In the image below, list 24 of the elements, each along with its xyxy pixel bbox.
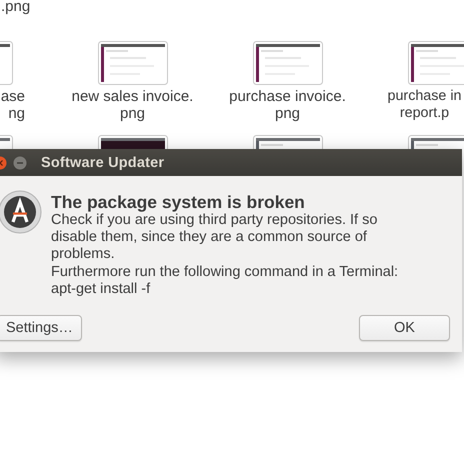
file-name: report.p (400, 105, 450, 122)
message-text: Check if you are using third party repositories. If so disable them, since they are a common source of problems. (51, 212, 378, 264)
dialog-button[interactable]: OK (359, 315, 450, 342)
file-name: new sales invoice. (72, 88, 194, 105)
file-name: purchase in (388, 88, 462, 105)
file-name: ase (0, 88, 25, 105)
file-thumbnail[interactable] (98, 135, 168, 149)
file-thumbnail[interactable] (408, 135, 464, 149)
file-thumbnail[interactable] (408, 41, 464, 85)
file-name: png (120, 105, 146, 122)
file-thumbnail[interactable] (252, 135, 322, 149)
file-thumbnail[interactable] (98, 41, 168, 85)
file-name: ng (8, 105, 25, 122)
message-text: Furthermore run the following command in a Terminal: (51, 264, 400, 281)
file-name: .png (1, 0, 30, 14)
file-name: purchase invoice. (229, 88, 346, 105)
file-thumbnail[interactable] (252, 41, 322, 85)
minimize-icon[interactable] (13, 156, 27, 170)
file-name: png (274, 105, 300, 122)
message-text: apt-get install -f (51, 280, 152, 298)
dialog-heading: The package system is broken (51, 192, 306, 212)
window-title: Software Updater (41, 154, 164, 170)
dialog-button[interactable]: Settings… (0, 315, 82, 342)
updater-icon (0, 190, 42, 234)
